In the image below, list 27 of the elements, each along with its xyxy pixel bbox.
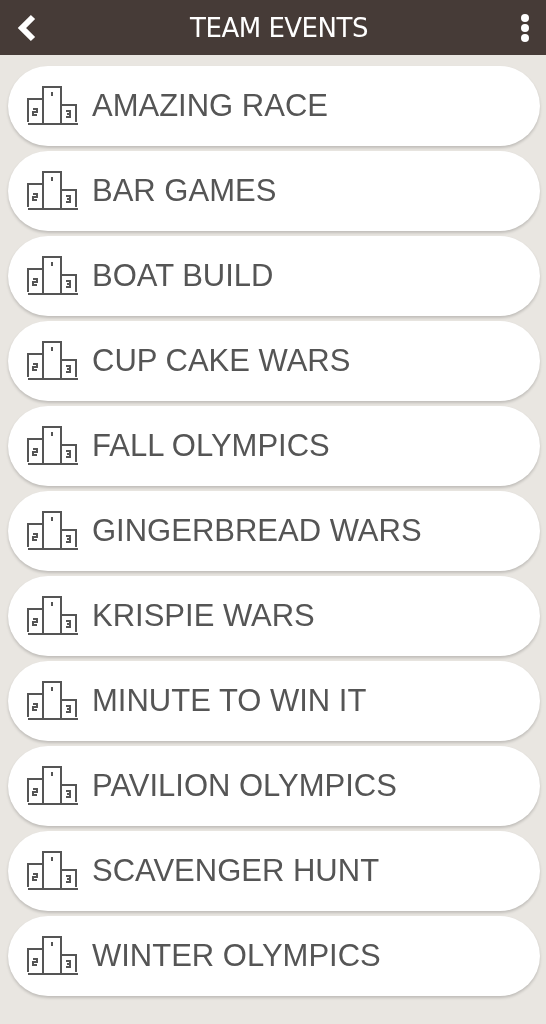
podium-icon <box>26 340 80 382</box>
podium-icon <box>26 935 80 977</box>
menu-button[interactable] <box>520 12 530 43</box>
menu-icon <box>520 12 530 43</box>
event-item[interactable]: KRISPIE WARS <box>8 576 540 656</box>
podium-icon <box>26 765 80 807</box>
podium-icon <box>26 255 80 297</box>
event-item[interactable]: MINUTE TO WIN IT <box>8 661 540 741</box>
podium-icon <box>26 595 80 637</box>
back-icon <box>16 13 38 42</box>
podium-icon <box>26 170 80 212</box>
event-item[interactable]: BAR GAMES <box>8 151 540 231</box>
event-item[interactable]: SCAVENGER HUNT <box>8 831 540 911</box>
event-item[interactable]: GINGERBREAD WARS <box>8 491 540 571</box>
event-item[interactable]: CUP CAKE WARS <box>8 321 540 401</box>
event-item[interactable]: WINTER OLYMPICS <box>8 916 540 996</box>
podium-icon <box>26 680 80 722</box>
podium-icon <box>26 85 80 127</box>
podium-icon <box>26 850 80 892</box>
podium-icon <box>26 425 80 467</box>
podium-icon <box>26 510 80 552</box>
back-button[interactable] <box>16 13 38 42</box>
event-item[interactable]: FALL OLYMPICS <box>8 406 540 486</box>
screen-title: TEAM EVENTS <box>190 12 368 43</box>
event-item[interactable]: BOAT BUILD <box>8 236 540 316</box>
event-item[interactable]: PAVILION OLYMPICS <box>8 746 540 826</box>
event-item[interactable]: AMAZING RACE <box>8 66 540 146</box>
